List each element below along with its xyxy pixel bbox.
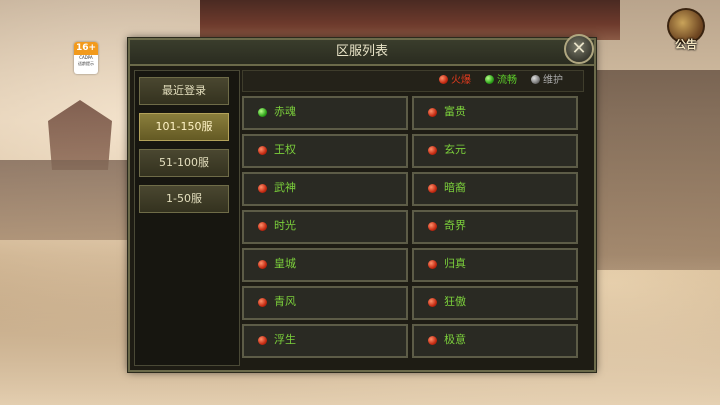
notice-label: 公告 bbox=[675, 38, 697, 51]
server-name: 暗裔 bbox=[444, 181, 466, 194]
legend-hot-label: 火爆 bbox=[451, 75, 471, 86]
server-name: 极意 bbox=[444, 333, 466, 346]
server-name: 归真 bbox=[444, 257, 466, 270]
background-city-wall-left bbox=[0, 160, 130, 240]
server-name: 富贵 bbox=[444, 105, 466, 118]
server-entry[interactable]: 浮生 bbox=[242, 324, 408, 358]
status-legend: 火爆 流畅 维护 bbox=[242, 70, 584, 92]
server-name: 玄元 bbox=[444, 143, 466, 156]
legend-maintenance-label: 维护 bbox=[543, 75, 563, 86]
status-dot-icon bbox=[258, 260, 267, 269]
status-dot-icon bbox=[258, 298, 267, 307]
server-entry[interactable]: 富贵 bbox=[412, 96, 578, 130]
status-dot-icon bbox=[258, 336, 267, 345]
status-dot-icon bbox=[428, 298, 437, 307]
server-entry[interactable]: 王权 bbox=[242, 134, 408, 168]
server-name: 狂傲 bbox=[444, 295, 466, 308]
server-entry[interactable]: 狂傲 bbox=[412, 286, 578, 320]
status-dot-icon bbox=[428, 184, 437, 193]
status-dot-icon bbox=[258, 184, 267, 193]
red-dot-icon bbox=[439, 75, 448, 84]
server-name: 赤魂 bbox=[274, 105, 296, 118]
legend-hot: 火爆 bbox=[439, 74, 471, 88]
background-palace-roof bbox=[200, 0, 620, 40]
server-entry[interactable]: 奇界 bbox=[412, 210, 578, 244]
age-rating-number: 16+ bbox=[74, 42, 98, 55]
sidebar-item-101-150[interactable]: 101-150服 bbox=[139, 113, 229, 141]
server-entry[interactable]: 赤魂 bbox=[242, 96, 408, 130]
status-dot-icon bbox=[258, 146, 267, 155]
server-entry[interactable]: 皇城 bbox=[242, 248, 408, 282]
age-rating-label: 适龄提示 bbox=[78, 61, 94, 66]
status-dot-icon bbox=[428, 336, 437, 345]
legend-maintenance: 维护 bbox=[531, 74, 563, 88]
sidebar-item-1-50[interactable]: 1-50服 bbox=[139, 185, 229, 213]
panel-title: 区服列表 bbox=[130, 40, 594, 66]
server-entry[interactable]: 暗裔 bbox=[412, 172, 578, 206]
status-dot-icon bbox=[428, 108, 437, 117]
close-icon: ✕ bbox=[571, 38, 587, 59]
server-entry[interactable]: 青风 bbox=[242, 286, 408, 320]
server-entry[interactable]: 武神 bbox=[242, 172, 408, 206]
server-entry[interactable]: 时光 bbox=[242, 210, 408, 244]
legend-smooth-label: 流畅 bbox=[497, 75, 517, 86]
server-name: 奇界 bbox=[444, 219, 466, 232]
status-dot-icon bbox=[428, 146, 437, 155]
status-dot-icon bbox=[428, 260, 437, 269]
server-name: 浮生 bbox=[274, 333, 296, 346]
close-button[interactable]: ✕ bbox=[564, 34, 594, 64]
status-dot-icon bbox=[258, 222, 267, 231]
server-name: 时光 bbox=[274, 219, 296, 232]
green-dot-icon bbox=[485, 75, 494, 84]
server-entry[interactable]: 玄元 bbox=[412, 134, 578, 168]
server-name: 青风 bbox=[274, 295, 296, 308]
background-city-wall-right bbox=[590, 70, 720, 270]
sidebar-item-51-100[interactable]: 51-100服 bbox=[139, 149, 229, 177]
status-dot-icon bbox=[258, 108, 267, 117]
server-name: 武神 bbox=[274, 181, 296, 194]
status-dot-icon bbox=[428, 222, 437, 231]
age-rating-badge: 16+ CADPA 适龄提示 bbox=[74, 42, 98, 74]
sidebar-item-recent-login[interactable]: 最近登录 bbox=[139, 77, 229, 105]
server-list-panel: 区服列表 最近登录 101-150服 51-100服 1-50服 火爆 流畅 维… bbox=[128, 38, 596, 372]
legend-smooth: 流畅 bbox=[485, 74, 517, 88]
server-name: 皇城 bbox=[274, 257, 296, 270]
server-entry[interactable]: 归真 bbox=[412, 248, 578, 282]
server-range-sidebar: 最近登录 101-150服 51-100服 1-50服 bbox=[134, 70, 240, 366]
gray-dot-icon bbox=[531, 75, 540, 84]
notice-button[interactable]: 公告 bbox=[664, 8, 708, 56]
server-name: 王权 bbox=[274, 143, 296, 156]
server-entry[interactable]: 极意 bbox=[412, 324, 578, 358]
server-list: 火爆 流畅 维护 赤魂 富贵 王权 玄元 武神 暗裔 时光 奇界 皇城 归真 青… bbox=[242, 70, 586, 364]
